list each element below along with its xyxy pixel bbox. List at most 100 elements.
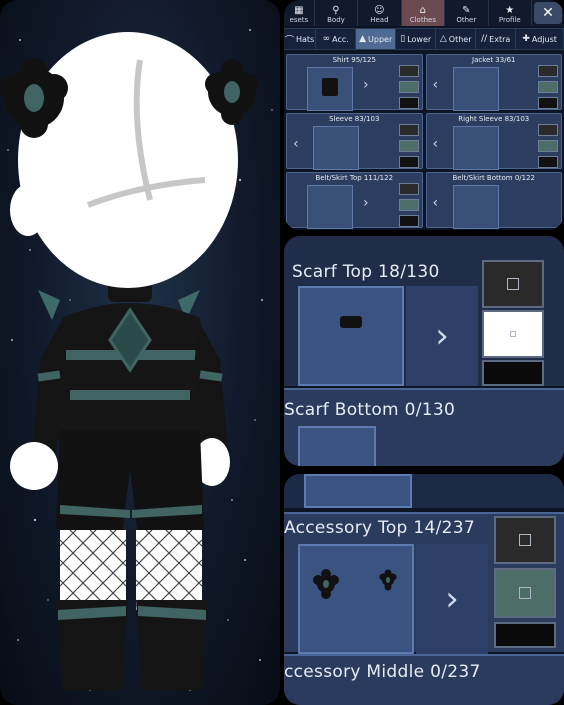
character-preview-panel [0, 0, 280, 705]
slot-preview[interactable] [307, 67, 353, 111]
color-swatch-1[interactable] [494, 516, 556, 564]
scarf-bottom-preview[interactable] [298, 426, 376, 466]
prev-arrow-icon[interactable]: ‹ [433, 136, 439, 152]
glasses-icon: ∞ [322, 34, 331, 44]
shorts [56, 430, 204, 536]
next-arrow-icon[interactable]: › [406, 286, 478, 386]
hand-left [10, 442, 58, 490]
prev-arrow-icon[interactable]: ‹ [433, 195, 439, 211]
color-swatch-3[interactable] [398, 97, 419, 109]
slot-sleeve: Sleeve 83/103 ‹ [286, 113, 423, 170]
slot-preview[interactable] [313, 126, 359, 170]
extra-icon: // [481, 34, 488, 44]
color-swatch-3[interactable] [482, 360, 544, 386]
color-swatch-2[interactable] [538, 81, 558, 93]
top-tab-bar: ▦ esets ⚲ Body ☺ Head ⌂ Clothes ✎ Other … [284, 0, 564, 26]
color-swatch-3[interactable] [398, 215, 419, 227]
prev-arrow-icon[interactable]: ‹ [433, 77, 439, 93]
clothes-menu-panel: ▦ esets ⚲ Body ☺ Head ⌂ Clothes ✎ Other … [284, 0, 564, 230]
color-swatch-1[interactable] [398, 65, 419, 77]
subtab-extra[interactable]: // Extra [476, 29, 517, 49]
scarf-thumbnail [340, 316, 362, 328]
subtab-other[interactable]: △ Other [436, 29, 477, 49]
app-root: ▦ esets ⚲ Body ☺ Head ⌂ Clothes ✎ Other … [0, 0, 564, 705]
next-arrow-icon[interactable] [378, 426, 478, 466]
accessory-thumbnail [313, 569, 397, 599]
slot-preview[interactable] [307, 185, 353, 229]
slot-right-sleeve: Right Sleeve 83/103 ‹ [425, 113, 562, 170]
color-swatch-2[interactable] [398, 140, 419, 152]
color-swatch-1[interactable] [398, 124, 419, 136]
shirt-thumbnail [322, 78, 338, 96]
subtab-upper[interactable]: ▲ Upper [356, 29, 397, 49]
slot-belt-skirt-top: Belt/Skirt Top 111/122 › [286, 172, 423, 229]
color-swatch-2[interactable] [398, 199, 419, 211]
color-swatch-1[interactable] [482, 260, 544, 308]
upper-icon: ▲ [359, 34, 367, 44]
tab-other[interactable]: ✎ Other [445, 0, 489, 26]
slot-jacket: Jacket 33/61 ‹ [425, 54, 562, 111]
body-icon: ⚲ [332, 5, 340, 16]
accessory-top-label: Accessory Top 14/237 [284, 518, 475, 538]
head-icon: ☺ [374, 5, 385, 16]
slot-preview[interactable] [452, 126, 499, 170]
tab-presets[interactable]: ▦ esets [284, 0, 315, 26]
slot-preview[interactable] [452, 67, 499, 111]
head [18, 32, 238, 288]
accessory-middle-row: ccessory Middle 0/237 [284, 654, 564, 705]
scarf-panel: Scarf Top 18/130 › Scarf Bottom 0/130 [284, 236, 564, 466]
color-swatch-2[interactable] [482, 310, 544, 358]
other-icon: △ [439, 34, 447, 44]
color-swatch-1[interactable] [538, 65, 558, 77]
clothing-slot-grid: Shirt 95/125 › Jacket 33/61 ‹ Sleeve 83/… [284, 52, 564, 230]
slot-shirt: Shirt 95/125 › [286, 54, 423, 111]
other-icon: ✎ [462, 5, 471, 16]
next-arrow-icon[interactable]: › [363, 77, 369, 93]
accessory-panel: Accessory Top 14/237 › ccessory Middle 0… [284, 474, 564, 705]
color-swatch-1[interactable] [538, 124, 558, 136]
tab-profile[interactable]: ★ Profile [489, 0, 532, 26]
sub-tab-bar: ⌒ Hats ∞ Acc. ▲ Upper ▯ Lower △ Other //… [284, 28, 564, 50]
color-swatch-3[interactable] [398, 156, 419, 168]
presets-icon: ▦ [294, 5, 304, 16]
scarf-top-preview[interactable] [298, 286, 404, 386]
hat-icon: ⌒ [284, 35, 294, 46]
tab-head[interactable]: ☺ Head [358, 0, 402, 26]
subtab-hats[interactable]: ⌒ Hats [284, 29, 317, 49]
accessory-top-preview[interactable] [298, 544, 414, 654]
close-icon: ✕ [542, 5, 554, 21]
slot-preview[interactable] [452, 185, 499, 229]
scarf-bottom-row: Scarf Bottom 0/130 [284, 388, 564, 466]
color-swatch-2[interactable] [494, 568, 556, 618]
color-swatch-3[interactable] [538, 156, 558, 168]
subtab-accessories[interactable]: ∞ Acc. [316, 29, 357, 49]
character-figure[interactable] [0, 0, 280, 705]
accessory-header-strip [284, 474, 564, 508]
wing-left [38, 290, 60, 320]
empty-swatch-area [482, 394, 544, 466]
scarf-top-row: Scarf Top 18/130 › [284, 236, 564, 386]
color-swatch-1[interactable] [398, 183, 419, 195]
adjust-icon: ✚ [522, 34, 530, 44]
next-arrow-icon[interactable]: › [416, 544, 488, 654]
slot-belt-skirt-bottom: Belt/Skirt Bottom 0/122 ‹ [425, 172, 562, 229]
clothes-icon: ⌂ [419, 5, 427, 16]
color-swatch-2[interactable] [538, 140, 558, 152]
scarf-bottom-label: Scarf Bottom 0/130 [284, 400, 456, 420]
previous-slot-preview[interactable] [304, 474, 412, 508]
color-swatch-3[interactable] [538, 97, 558, 109]
color-swatch-3[interactable] [494, 622, 556, 648]
tab-body[interactable]: ⚲ Body [315, 0, 359, 26]
prev-arrow-icon[interactable]: ‹ [293, 136, 299, 152]
accessory-top-row: Accessory Top 14/237 › [284, 512, 564, 654]
color-swatch-2[interactable] [398, 81, 419, 93]
profile-icon: ★ [505, 5, 515, 16]
accessory-middle-label: ccessory Middle 0/237 [284, 662, 481, 682]
subtab-adjust[interactable]: ✚ Adjust [516, 29, 564, 49]
close-button[interactable]: ✕ [533, 2, 562, 24]
lower-icon: ▯ [400, 34, 406, 44]
next-arrow-icon[interactable]: › [363, 195, 369, 211]
subtab-lower[interactable]: ▯ Lower [396, 29, 437, 49]
scarf-top-label: Scarf Top 18/130 [292, 262, 440, 282]
tab-clothes[interactable]: ⌂ Clothes [401, 0, 446, 26]
